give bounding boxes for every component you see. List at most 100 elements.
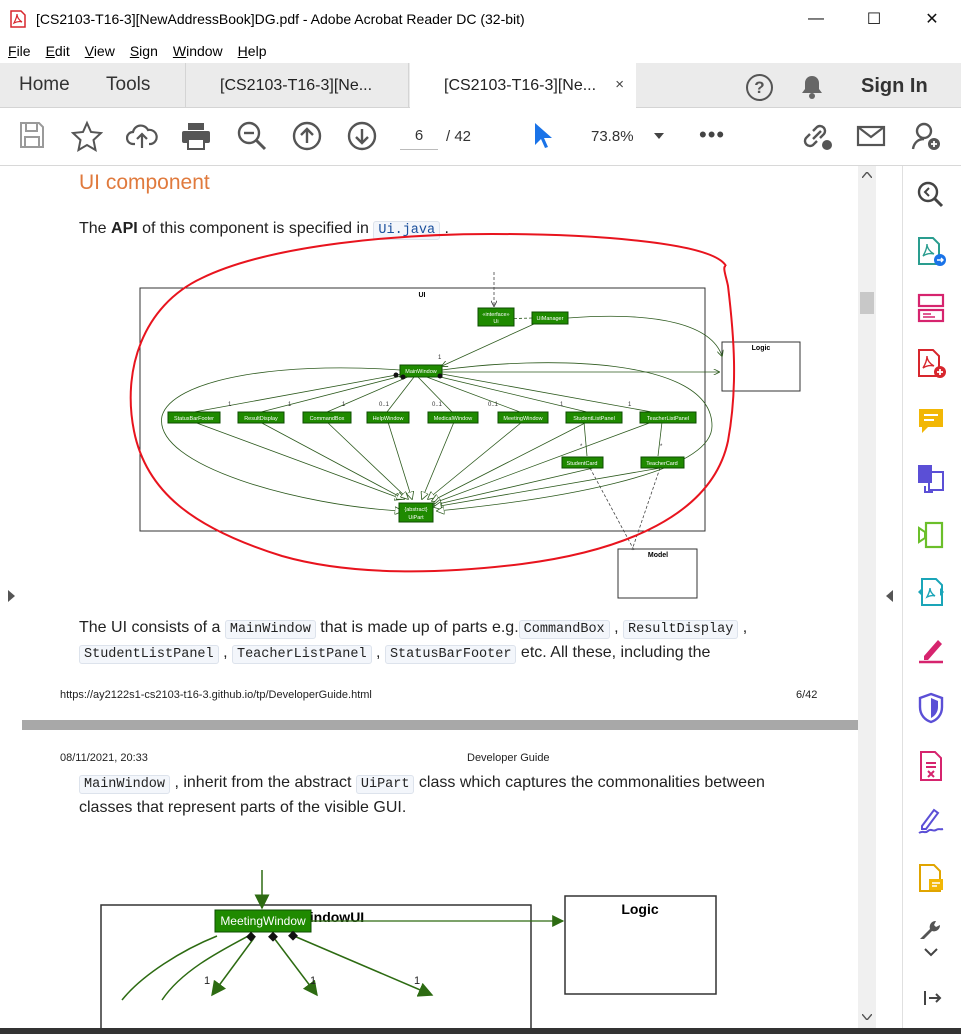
mult-3: 0..1 [379,402,390,408]
email-icon[interactable] [855,120,887,152]
save-icon[interactable] [18,120,46,150]
previous-page-icon[interactable] [291,120,323,152]
create-pdf-icon[interactable] [916,348,946,380]
code-studentlistpanel: StudentListPanel [79,645,219,664]
add-user-icon[interactable] [910,120,942,152]
footer-url: https://ay2122s1-cs2103-t16-3.github.io/… [60,689,372,701]
code-commandbox: CommandBox [518,620,610,639]
teachercard-label: TeacherCard [646,461,678,467]
page-total: / 42 [446,128,472,145]
menu-bar: File Edit View Sign Window Help [0,38,961,63]
more-tools-button[interactable]: ••• [699,122,725,148]
combine-files-icon[interactable] [916,462,946,494]
more-tools-wrench-icon[interactable] [916,918,946,940]
close-window-button[interactable]: ✕ [903,0,961,38]
menu-edit[interactable]: Edit [46,43,70,59]
svg-text:Ui: Ui [493,319,498,325]
document-viewer[interactable]: UI component The API of this component i… [0,166,902,1028]
compress-pdf-icon[interactable] [916,520,946,550]
part-helpwindow: HelpWindow [373,416,404,422]
mult-5: 0..1 [488,402,499,408]
tab-document-2[interactable]: [CS2103-T16-3][Ne... × [410,63,636,109]
zoom-search-icon[interactable] [916,180,944,208]
code-resultdisplay: ResultDisplay [623,620,739,639]
share-link-icon[interactable] [800,120,834,152]
para-a1: The UI consists of a [79,619,225,636]
zoom-dropdown-icon[interactable] [654,133,664,139]
comment-icon[interactable] [916,406,946,436]
tab-home[interactable]: Home [19,74,70,96]
protect-shield-icon[interactable] [916,692,946,724]
part-studentlistpanel: StudentListPanel [573,416,615,422]
scroll-down-icon[interactable] [862,1014,872,1020]
zoom-out-search-icon[interactable] [236,120,268,152]
vertical-scrollbar[interactable] [858,166,876,1028]
redact-icon[interactable] [916,750,946,782]
tab-bar: Home Tools [CS2103-T16-3][Ne... [CS2103-… [0,63,961,109]
pdf-page-6: UI component The API of this component i… [22,166,858,720]
window-title: [CS2103-T16-3][NewAddressBook]DG.pdf - A… [36,11,525,27]
collapse-sidebar-icon[interactable] [923,988,943,1008]
menu-sign[interactable]: Sign [130,43,158,59]
help-icon[interactable]: ? [746,74,773,101]
page-number-input[interactable]: 6 [400,118,438,150]
export-pdf-icon[interactable] [916,236,946,268]
expand-left-panel-icon[interactable] [7,590,15,602]
fill-sign-icon[interactable] [916,634,946,664]
scrollbar-thumb[interactable] [860,292,874,314]
part-meetingwindow: MeetingWindow [503,416,542,422]
zoom-level[interactable]: 73.8% [591,128,634,145]
minimize-button[interactable]: — [787,0,845,38]
tab-document-1[interactable]: [CS2103-T16-3][Ne... [185,63,409,108]
meeting-window-diagram: MeetingWindowUI Logic MeetingWindow 1 1 … [100,870,717,1028]
tab-document-2-label: [CS2103-T16-3][Ne... [444,77,597,94]
organize-pages-icon[interactable] [916,292,946,324]
ui-consists-paragraph-line1: The UI consists of a MainWindow that is … [79,619,748,639]
svg-text:{abstract}: {abstract} [404,507,427,513]
send-for-comments-icon[interactable] [916,863,946,895]
para-b1: , [218,644,232,661]
model-label: Model [648,552,668,559]
svg-text:«interface»: «interface» [482,312,509,318]
para-a2: that is made up of parts e.g. [315,619,519,636]
bookmark-star-icon[interactable] [71,120,103,152]
part-resultdisplay: ResultDisplay [244,416,278,422]
code-statusbarfooter: StatusBarFooter [384,645,517,664]
uimanager-label: UiManager [537,316,564,322]
sign-in-button[interactable]: Sign In [861,75,928,98]
toolbar [0,108,961,166]
expand-right-panel-icon[interactable] [885,590,893,602]
ui-consists-paragraph-line2: StudentListPanel , TeacherListPanel , St… [79,644,711,664]
menu-help[interactable]: Help [238,43,267,59]
menu-window[interactable]: Window [173,43,223,59]
notification-bell-icon[interactable] [800,74,824,100]
upload-cloud-icon[interactable] [126,120,158,152]
convert-pdf-icon[interactable] [916,576,946,608]
select-cursor-icon[interactable] [530,120,554,152]
part-teacherlistpanel: TeacherListPanel [647,416,689,422]
studentcard-label: StudentCard [567,461,598,467]
logic-label: Logic [752,345,771,352]
ui-frame-title: UI [419,292,426,299]
maximize-button[interactable]: ☐ [845,0,903,38]
para-a4: , [738,619,748,636]
request-signature-icon[interactable] [916,806,946,836]
footer-page-number: 6/42 [796,689,818,701]
menu-file[interactable]: File [8,43,31,59]
tab-tools[interactable]: Tools [106,74,150,96]
meetingwindow-label: MeetingWindow [220,914,306,928]
print-icon[interactable] [180,120,212,152]
sidebar-scroll-down-icon[interactable] [924,948,938,957]
menu-view[interactable]: View [85,43,115,59]
para-b3: etc. All these, including the [516,644,711,661]
tab-document-1-label: [CS2103-T16-3][Ne... [220,76,373,94]
part-commandbox: CommandBox [310,416,345,422]
page-separator [22,720,858,730]
close-tab-icon[interactable]: × [615,76,624,93]
scroll-up-icon[interactable] [862,172,872,178]
code-mainwindow: MainWindow [224,620,316,639]
next-page-icon[interactable] [346,120,378,152]
mult-2-1: 1 [204,975,210,987]
logic-label-2: Logic [621,901,659,917]
pdf-page-7: 08/11/2021, 20:33 Developer Guide MainWi… [22,730,858,1028]
